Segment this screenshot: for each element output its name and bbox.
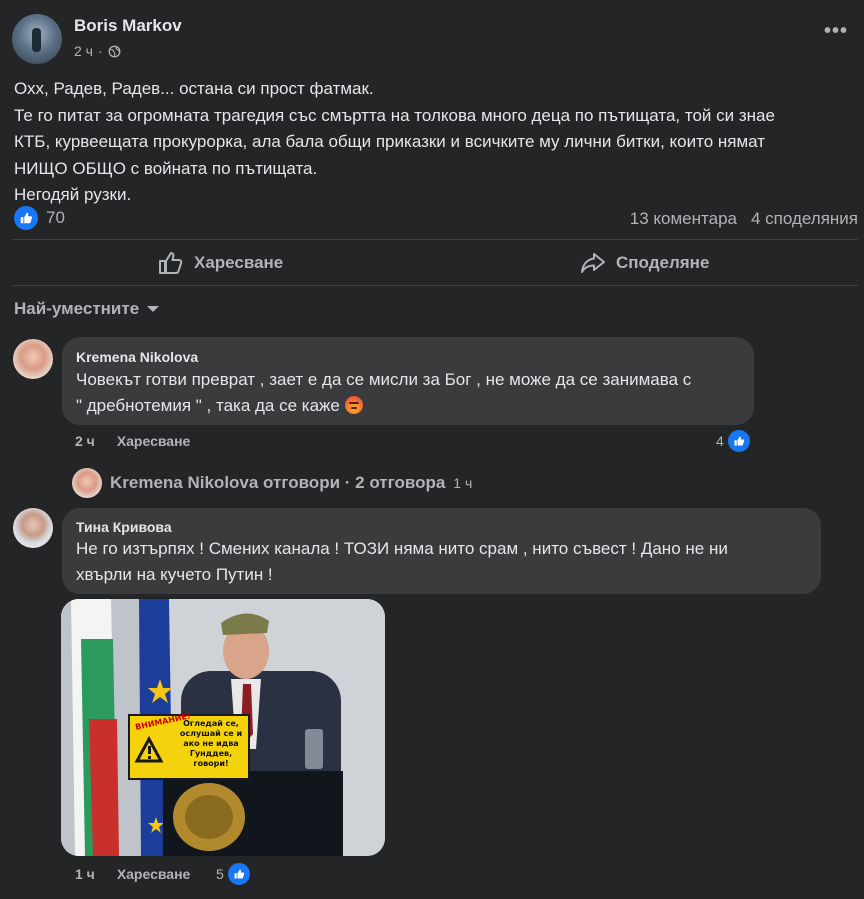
thumbs-up-icon	[159, 252, 183, 274]
comment-sort-dropdown[interactable]: Най-уместните	[14, 299, 160, 319]
post-author-name[interactable]: Boris Markov	[74, 16, 182, 36]
comment-author-avatar[interactable]	[13, 508, 53, 548]
sign-text: Огледай се, ослушай се и ако не идва Гун…	[179, 719, 243, 768]
comment-text: Човекът готви преврат , зает е да се мис…	[76, 370, 692, 415]
comment-author-name[interactable]: Kremena Nikolova	[76, 349, 198, 365]
divider	[12, 239, 858, 240]
share-button-label: Споделяне	[616, 253, 710, 272]
like-button[interactable]: Харесване	[158, 251, 283, 275]
post-time[interactable]: 2 ч	[74, 43, 93, 59]
comment-sort-label: Най-уместните	[14, 299, 140, 318]
more-options-icon[interactable]: •••	[824, 21, 847, 44]
post-counts: 13 коментара 4 споделяния	[630, 209, 858, 229]
like-reaction-icon	[725, 428, 752, 454]
comment-actions: 1 ч Харесване	[75, 866, 190, 882]
share-icon	[581, 253, 605, 273]
comment-text: Не го изтърпях ! Смених канала ! ТОЗИ ня…	[76, 539, 728, 584]
comment-bubble: Тина Кривова Не го изтърпях ! Смених кан…	[62, 508, 821, 594]
chevron-down-icon	[147, 306, 160, 312]
like-reaction-icon	[225, 861, 252, 887]
comment-author-avatar[interactable]	[13, 339, 53, 379]
comment-author-name[interactable]: Тина Кривова	[76, 519, 172, 535]
comment-reaction-count[interactable]: 5	[216, 861, 252, 887]
comment-like-link[interactable]: Харесване	[117, 433, 191, 449]
angry-emoji-icon	[344, 396, 363, 414]
post-meta: 2 ч ·	[74, 43, 121, 59]
post-text: Охх, Радев, Радев... остана си прост фат…	[14, 79, 775, 204]
comments-count[interactable]: 13 коментара	[630, 209, 737, 229]
like-reaction-icon	[14, 206, 38, 230]
comment-like-link[interactable]: Харесване	[117, 866, 191, 882]
comment-actions: 2 ч Харесване	[75, 433, 190, 449]
comment-time[interactable]: 2 ч	[75, 433, 95, 449]
reaction-count: 70	[46, 208, 65, 227]
reply-time: 1 ч	[453, 475, 473, 491]
like-button-label: Харесване	[194, 253, 284, 272]
comment-image[interactable]: ВНИМАНИЕ! Огледай се, ослушай се и ако н…	[61, 599, 385, 856]
comment-time[interactable]: 1 ч	[75, 866, 95, 882]
view-replies-link[interactable]: Kremena Nikolova отговори · 2 отговора 1…	[72, 468, 472, 498]
divider	[12, 285, 858, 286]
post-author-avatar[interactable]	[12, 14, 62, 64]
shares-count[interactable]: 4 споделяния	[751, 209, 858, 229]
reply-author-avatar	[72, 468, 102, 498]
globe-icon	[108, 45, 121, 57]
comment-bubble: Kremena Nikolova Човекът готви преврат ,…	[62, 337, 754, 425]
reaction-summary[interactable]: 70	[14, 206, 65, 230]
comment-reaction-count[interactable]: 4	[716, 428, 752, 454]
reply-summary-text: Kremena Nikolova отговори · 2 отговора	[110, 473, 446, 492]
share-button[interactable]: Споделяне	[580, 251, 709, 275]
